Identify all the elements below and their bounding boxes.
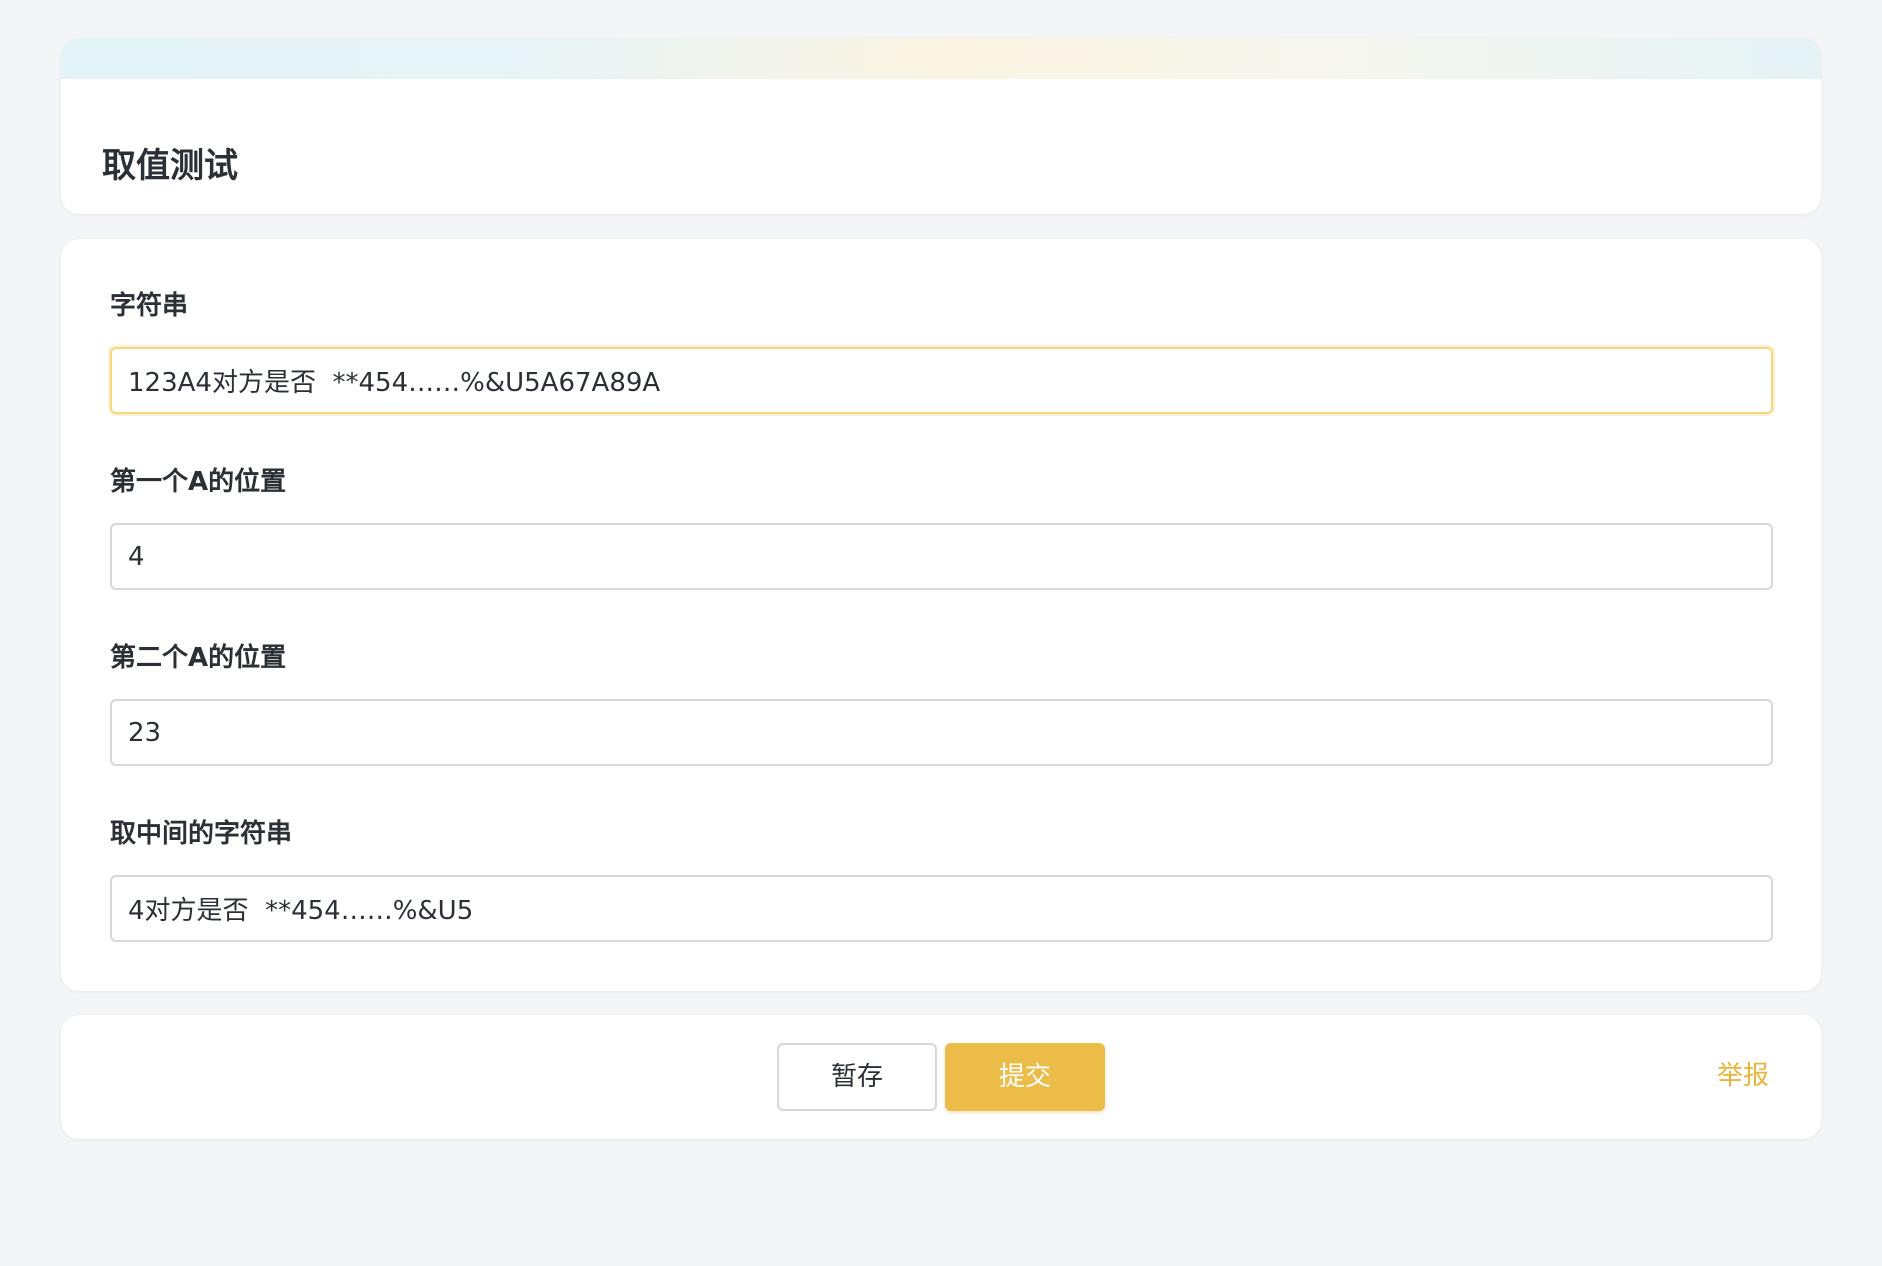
first-a-position-input[interactable] xyxy=(110,523,1773,590)
string-input[interactable] xyxy=(110,347,1773,414)
form-body-card: 字符串 第一个A的位置 第二个A的位置 取中间的字符串 xyxy=(61,239,1821,991)
page-title: 取值测试 xyxy=(102,146,238,186)
save-draft-button[interactable]: 暂存 xyxy=(777,1043,937,1111)
submit-button[interactable]: 提交 xyxy=(945,1043,1105,1111)
field-label-second-a-position: 第二个A的位置 xyxy=(110,643,287,673)
middle-substring-input[interactable] xyxy=(110,875,1773,942)
second-a-position-input[interactable] xyxy=(110,699,1773,766)
form-header-card: 取值测试 xyxy=(61,38,1821,214)
field-label-middle-substring: 取中间的字符串 xyxy=(110,819,293,849)
field-label-first-a-position: 第一个A的位置 xyxy=(110,467,287,497)
report-link[interactable]: 举报 xyxy=(1717,1059,1769,1093)
header-gradient-band xyxy=(61,38,1821,79)
form-footer-card: 暂存 提交 举报 xyxy=(61,1015,1821,1139)
field-label-string: 字符串 xyxy=(110,291,189,321)
